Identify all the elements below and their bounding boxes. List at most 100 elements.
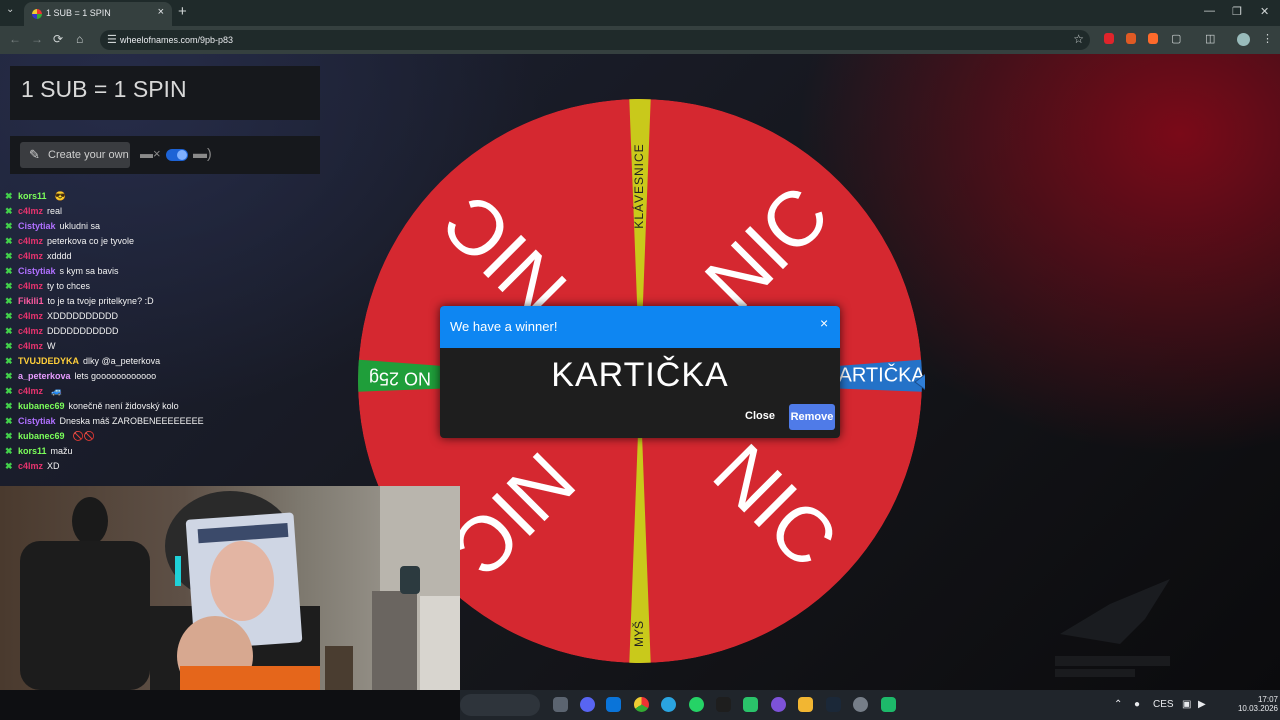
chat-username: c4lmz bbox=[18, 236, 44, 246]
remove-button[interactable]: Remove bbox=[789, 404, 835, 430]
create-your-own-button[interactable]: ✎ Create your own bbox=[20, 142, 130, 168]
back-icon[interactable]: ← bbox=[9, 32, 21, 46]
whatsapp-icon[interactable] bbox=[689, 697, 704, 712]
chat-text: W bbox=[47, 341, 56, 351]
dialog-title: We have a winner! bbox=[450, 319, 558, 334]
address-bar[interactable]: ☰ wheelofnames.com/9pb-p83 ☆ bbox=[100, 30, 1090, 50]
minimize-icon[interactable]: — bbox=[1204, 5, 1215, 17]
chat-message: ✖ c4lmz DDDDDDDDDDD bbox=[5, 326, 123, 341]
chat-text: lets goooooooooooo bbox=[74, 371, 157, 381]
wheel-label-klavesnice: KLÁVESNICE bbox=[631, 143, 646, 228]
chat-message: ✖ c4lmz xdddd bbox=[5, 251, 76, 266]
chat-message: ✖ kubanec69 🚫🚫 bbox=[5, 431, 95, 446]
chat-badge-icon: ✖ bbox=[5, 326, 13, 336]
url-text: wheelofnames.com/9pb-p83 bbox=[120, 35, 234, 45]
chat-text: to je ta tvoje pritelkyne? :D bbox=[47, 296, 154, 306]
chat-message: ✖ c4lmz real bbox=[5, 206, 66, 221]
dialog-close-icon[interactable]: × bbox=[820, 315, 828, 331]
chat-badge-icon: ✖ bbox=[5, 356, 13, 366]
chat-text: DDDDDDDDDDD bbox=[47, 326, 119, 336]
volume-icon[interactable]: ▬) bbox=[193, 145, 212, 161]
chat-username: kubanec69 bbox=[18, 431, 65, 441]
chat-badge-icon: ✖ bbox=[5, 281, 13, 291]
windows-taskbar: ⌃ ● CES ▣ ▶ 17:07 10.03.2026 bbox=[460, 690, 1280, 720]
site-settings-icon[interactable]: ☰ bbox=[107, 33, 117, 46]
tab-title: 1 SUB = 1 SPIN bbox=[46, 8, 111, 18]
app-purple-icon[interactable] bbox=[771, 697, 786, 712]
close-button[interactable]: Close bbox=[745, 410, 775, 422]
file-explorer-icon[interactable] bbox=[798, 697, 813, 712]
extension-orange-icon[interactable] bbox=[1126, 33, 1136, 44]
network-icon[interactable]: ▣ bbox=[1182, 699, 1191, 710]
side-panel-icon[interactable]: ◫ bbox=[1205, 32, 1215, 45]
chat-username: c4lmz bbox=[18, 341, 44, 351]
chat-badge-icon: ✖ bbox=[5, 416, 13, 426]
winner-name: KARTIČKA bbox=[551, 356, 729, 394]
speaker-icon[interactable]: ▶ bbox=[1198, 699, 1206, 710]
tab-search-chevron-icon[interactable]: ⌄ bbox=[6, 4, 14, 15]
chat-text: XD bbox=[47, 461, 60, 471]
chat-message: ✖ c4lmz XD bbox=[5, 461, 64, 476]
tab-close-icon[interactable]: × bbox=[158, 6, 164, 18]
chat-overlay: ✖ kors11 😎 ✖ c4lmz real ✖ Cistytiak ukludni sa… bbox=[0, 191, 330, 481]
maximize-icon[interactable]: ❐ bbox=[1232, 5, 1242, 18]
extension-red-icon[interactable] bbox=[1104, 33, 1114, 44]
microphone-icon[interactable]: ● bbox=[1134, 699, 1140, 710]
page-content: NIC KLÁVESNICE NIC KARTIČKA NIC MYŠ NIC … bbox=[0, 54, 1280, 690]
browser-tab[interactable]: 1 SUB = 1 SPIN × bbox=[24, 2, 172, 26]
language-indicator[interactable]: CES bbox=[1153, 699, 1174, 710]
profile-avatar[interactable] bbox=[1237, 33, 1250, 46]
forward-icon[interactable]: → bbox=[31, 32, 43, 46]
vpn-icon[interactable] bbox=[743, 697, 758, 712]
taskbar-search[interactable] bbox=[460, 694, 540, 716]
chat-text: xdddd bbox=[47, 251, 72, 261]
extensions-puzzle-icon[interactable]: ▢ bbox=[1171, 32, 1181, 45]
chat-message: ✖ Fikili1 to je ta tvoje pritelkyne? :D bbox=[5, 296, 158, 311]
chat-emote-icon: 🚙 bbox=[51, 386, 63, 396]
new-tab-button[interactable]: + bbox=[178, 3, 187, 20]
chrome-icon[interactable] bbox=[634, 697, 649, 712]
taskbar-clock[interactable]: 17:07 10.03.2026 bbox=[1230, 695, 1278, 713]
chat-username: kors11 bbox=[18, 446, 47, 456]
sound-toggle[interactable] bbox=[166, 149, 188, 161]
chat-username: Cistytiak bbox=[18, 221, 56, 231]
browser-toolbar: ← → ⟳ ⌂ ☰ wheelofnames.com/9pb-p83 ☆ ▢ ◫… bbox=[0, 26, 1280, 54]
home-icon[interactable]: ⌂ bbox=[76, 32, 83, 46]
chat-message: ✖ kubanec69 konečně není židovský kolo bbox=[5, 401, 183, 416]
chat-message: ✖ Cistytiak ukludni sa bbox=[5, 221, 104, 236]
chat-username: c4lmz bbox=[18, 251, 44, 261]
settings-gear-icon[interactable] bbox=[853, 697, 868, 712]
steam-icon[interactable] bbox=[826, 697, 841, 712]
window-close-icon[interactable]: ✕ bbox=[1260, 5, 1269, 18]
chat-username: Fikili1 bbox=[18, 296, 44, 306]
bookmark-star-icon[interactable]: ☆ bbox=[1073, 32, 1084, 46]
chat-text: XDDDDDDDDDD bbox=[47, 311, 119, 321]
chat-text: Dneska máš ZAROBENEEEEEEEE bbox=[59, 416, 204, 426]
winner-dialog: We have a winner! × KARTIČKA Close Remov… bbox=[440, 306, 840, 438]
chat-text: peterkova co je tyvole bbox=[47, 236, 135, 246]
tray-chevron-icon[interactable]: ⌃ bbox=[1114, 699, 1122, 710]
chat-message: ✖ Cistytiak Dneska máš ZAROBENEEEEEEEE bbox=[5, 416, 208, 431]
kick-icon[interactable] bbox=[716, 697, 731, 712]
wheel-title-box: 1 SUB = 1 SPIN bbox=[10, 66, 320, 120]
edge-icon[interactable] bbox=[606, 697, 621, 712]
chat-username: c4lmz bbox=[18, 326, 44, 336]
chat-message: ✖ c4lmz ty to chces bbox=[5, 281, 94, 296]
chat-badge-icon: ✖ bbox=[5, 446, 13, 456]
chat-badge-icon: ✖ bbox=[5, 461, 13, 471]
app-green-icon[interactable] bbox=[881, 697, 896, 712]
mute-icon[interactable]: ▬× bbox=[140, 146, 161, 161]
extension-fire-icon[interactable] bbox=[1148, 33, 1158, 44]
task-view-icon[interactable] bbox=[553, 697, 568, 712]
chat-username: c4lmz bbox=[18, 311, 44, 321]
chat-message: ✖ Cistytiak s kym sa bavis bbox=[5, 266, 123, 281]
reload-icon[interactable]: ⟳ bbox=[53, 32, 63, 46]
chat-badge-icon: ✖ bbox=[5, 206, 13, 216]
chat-badge-icon: ✖ bbox=[5, 386, 13, 396]
telegram-icon[interactable] bbox=[661, 697, 676, 712]
chat-username: kubanec69 bbox=[18, 401, 65, 411]
discord-icon[interactable] bbox=[580, 697, 595, 712]
controls-row: ✎ Create your own ▬× ▬) bbox=[10, 136, 320, 174]
browser-menu-icon[interactable]: ⋮ bbox=[1262, 32, 1273, 45]
chat-username: c4lmz bbox=[18, 206, 44, 216]
